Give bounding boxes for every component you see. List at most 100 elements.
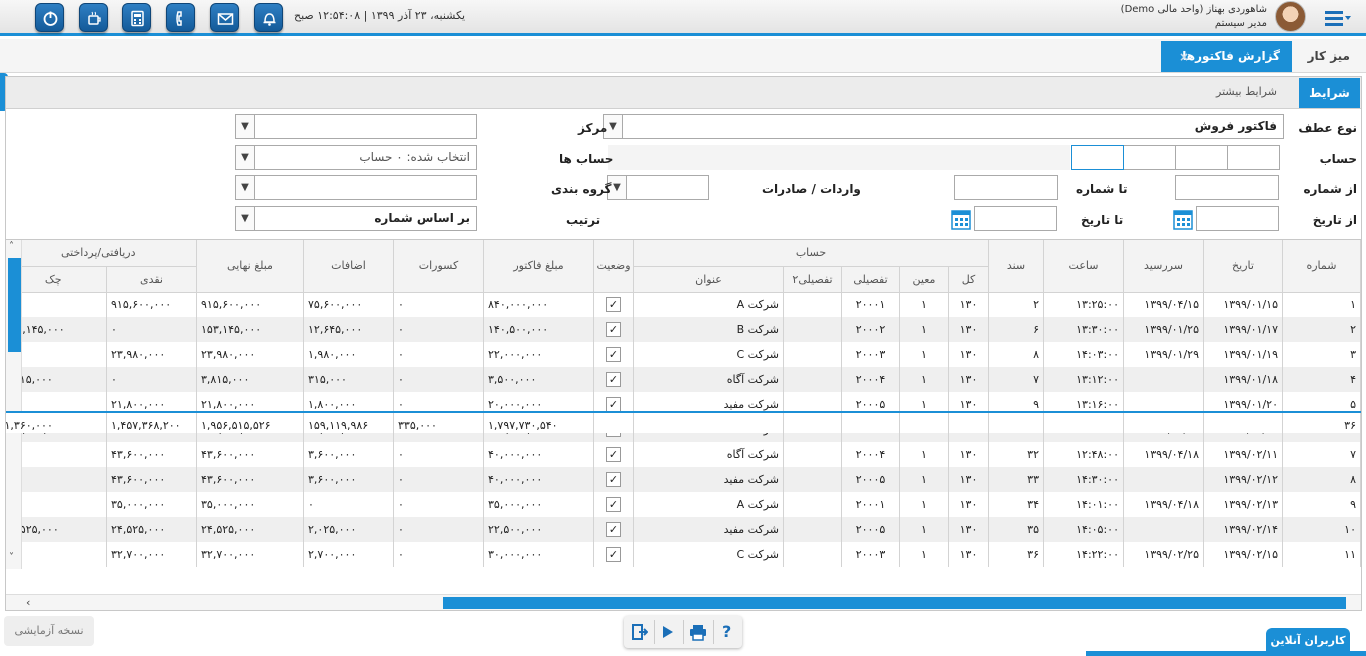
account-code-3[interactable] <box>1123 145 1176 170</box>
tab-conditions[interactable]: شرایط <box>1299 78 1360 108</box>
checkbox-icon[interactable]: ✓ <box>606 447 621 462</box>
cell-cash: ۰ <box>106 367 197 392</box>
table-row[interactable]: ۹ ۱۳۹۹/۰۲/۱۳ ۱۳۹۹/۰۴/۱۸ ۱۴:۰۱:۰۰ ۳۴ ۱۳۰ ۱ ۲۰۰۰۱… <box>6 492 1361 517</box>
user-name: شاهوردی بهناز (واحد مالی Demo) <box>1120 4 1267 15</box>
vertical-scroll-thumb[interactable] <box>8 258 21 352</box>
tab-invoice-report[interactable]: گزارش فاکتورها × <box>1161 41 1292 72</box>
col-tafsili2[interactable]: تفصیلی۲ <box>783 266 842 293</box>
scroll-up-icon[interactable]: ˄ <box>9 241 14 252</box>
col-status[interactable]: وضعیت <box>593 240 634 293</box>
calendar-icon[interactable] <box>951 208 971 230</box>
chevron-down-icon: ▼ <box>609 121 617 132</box>
notifications-button[interactable] <box>254 3 283 32</box>
checkbox-icon[interactable]: ✓ <box>606 372 621 387</box>
col-date[interactable]: تاریخ <box>1203 240 1283 293</box>
checkbox-icon[interactable]: ✓ <box>606 297 621 313</box>
avatar[interactable] <box>1275 1 1306 32</box>
col-title[interactable]: عنوان <box>633 266 784 293</box>
import-export-select[interactable] <box>625 175 709 200</box>
center-dropdown[interactable]: ▼ <box>235 114 255 139</box>
table-row[interactable]: ۳ ۱۳۹۹/۰۱/۱۹ ۱۳۹۹/۰۱/۲۹ ۱۴:۰۳:۰۰ ۸ ۱۳۰ ۱ ۲۰۰۰۳ ش… <box>6 342 1361 367</box>
account-code-4[interactable] <box>1071 145 1124 170</box>
table-row[interactable]: ۱۱ ۱۳۹۹/۰۲/۱۵ ۱۳۹۹/۰۲/۲۵ ۱۴:۲۲:۰۰ ۳۶ ۱۳۰ ۱ ۲۰۰۰… <box>6 542 1361 567</box>
vertical-scrollbar[interactable]: ˄ ˅ <box>6 240 22 569</box>
cell-moein: ۱ <box>899 517 949 542</box>
checkbox-icon[interactable]: ✓ <box>606 497 621 512</box>
grouping-select[interactable] <box>254 175 477 200</box>
checkbox-icon[interactable]: ✓ <box>606 547 621 562</box>
phone-button[interactable] <box>166 3 195 32</box>
help-icon[interactable]: ? <box>722 622 731 641</box>
order-dropdown[interactable]: ▼ <box>235 206 255 231</box>
order-select[interactable]: بر اساس شماره <box>254 206 477 231</box>
checkbox-icon[interactable]: ✓ <box>606 472 621 487</box>
chevron-down-icon: ▼ <box>241 182 249 193</box>
col-time[interactable]: ساعت <box>1043 240 1124 293</box>
cell-tafsili: ۲۰۰۰۲ <box>841 317 900 342</box>
cell-due: ۱۳۹۹/۰۲/۲۵ <box>1123 542 1204 567</box>
col-number[interactable]: شماره <box>1282 240 1361 293</box>
power-button[interactable] <box>35 3 64 32</box>
cell-final: ۳۲,۷۰۰,۰۰۰ <box>196 542 304 567</box>
grouping-dropdown[interactable]: ▼ <box>235 175 255 200</box>
mail-button[interactable] <box>210 3 239 32</box>
import-export-label: واردات / صادرات <box>762 182 861 196</box>
calculator-button[interactable] <box>122 3 151 32</box>
cell-additions: ۱,۹۸۰,۰۰۰ <box>303 342 394 367</box>
col-additions[interactable]: اضافات <box>303 240 394 293</box>
tab-more-conditions[interactable]: شرایط بیشتر <box>1216 85 1277 98</box>
export-icon[interactable] <box>630 623 648 641</box>
cell-deductions: ۰ <box>393 492 484 517</box>
from-number-input[interactable] <box>1175 175 1279 200</box>
cell-amount: ۴۰,۰۰۰,۰۰۰ <box>483 442 594 467</box>
cell-amount: ۲۲,۰۰۰,۰۰۰ <box>483 342 594 367</box>
close-icon[interactable]: × <box>1179 50 1189 64</box>
tab-desk[interactable]: میز کار <box>1308 49 1350 63</box>
checkbox-icon[interactable]: ✓ <box>606 347 621 362</box>
col-deductions[interactable]: کسورات <box>393 240 484 293</box>
col-doc[interactable]: سند <box>988 240 1044 293</box>
table-row[interactable]: ۷ ۱۳۹۹/۰۲/۱۱ ۱۳۹۹/۰۴/۱۸ ۱۲:۴۸:۰۰ ۳۲ ۱۳۰ ۱ ۲۰۰۰۴… <box>6 442 1361 467</box>
table-row[interactable]: ۴ ۱۳۹۹/۰۱/۱۸ ۱۳:۱۲:۰۰ ۷ ۱۳۰ ۱ ۲۰۰۰۴ شرکت آگاه ✓ ۳… <box>6 367 1361 392</box>
from-date-input[interactable] <box>1196 206 1279 231</box>
print-icon[interactable] <box>689 623 707 641</box>
horizontal-scroll-thumb[interactable] <box>443 597 1346 609</box>
col-kol[interactable]: کل <box>948 266 989 293</box>
scroll-left-icon[interactable]: ‹ <box>26 596 30 609</box>
col-moein[interactable]: معین <box>899 266 949 293</box>
col-amount[interactable]: مبلغ فاکتور <box>483 240 594 293</box>
accounts-select[interactable]: انتخاب شده: ۰ حساب <box>254 145 477 170</box>
cell-moein: ۱ <box>899 542 949 567</box>
horizontal-scrollbar[interactable]: ‹ <box>6 594 1361 610</box>
center-select[interactable] <box>254 114 477 139</box>
cell-additions: ۳۱۵,۰۰۰ <box>303 367 394 392</box>
scroll-down-icon[interactable]: ˅ <box>9 552 14 563</box>
table-row[interactable]: ۸ ۱۳۹۹/۰۲/۱۲ ۱۴:۳۰:۰۰ ۳۳ ۱۳۰ ۱ ۲۰۰۰۵ شرکت مفید ✓… <box>6 467 1361 492</box>
invoice-table: شماره تاریخ سررسید ساعت سند حساب وضعیت م… <box>6 240 1361 567</box>
table-row[interactable]: ۱ ۱۳۹۹/۰۱/۱۵ ۱۳۹۹/۰۴/۱۵ ۱۳:۲۵:۰۰ ۲ ۱۳۰ ۱ ۲۰۰۰۱ ش… <box>6 292 1361 317</box>
date-time-display: یکشنبه، ۲۳ آذر ۱۳۹۹ | ۱۲:۵۴:۰۸ صبح <box>294 9 466 22</box>
col-due[interactable]: سررسید <box>1123 240 1204 293</box>
cell-final: ۹۱۵,۶۰۰,۰۰۰ <box>196 292 304 317</box>
checkbox-icon[interactable]: ✓ <box>606 397 621 412</box>
table-row[interactable]: ۱۰ ۱۳۹۹/۰۲/۱۴ ۱۴:۰۵:۰۰ ۳۵ ۱۳۰ ۱ ۲۰۰۰۵ شرکت مفید… <box>6 517 1361 542</box>
account-code-1[interactable] <box>1227 145 1280 170</box>
table-row[interactable]: ۲ ۱۳۹۹/۰۱/۱۷ ۱۳۹۹/۰۱/۲۵ ۱۳:۳۰:۰۰ ۶ ۱۳۰ ۱ ۲۰۰۰۲ ش… <box>6 317 1361 342</box>
total-cheque: ۱,۳۶۰,۰۰۰ <box>0 413 107 438</box>
coffee-button[interactable] <box>79 3 108 32</box>
checkbox-icon[interactable]: ✓ <box>606 522 621 537</box>
to-date-input[interactable] <box>974 206 1057 231</box>
to-number-input[interactable] <box>954 175 1058 200</box>
to-number-label: تا شماره <box>1076 182 1128 196</box>
col-final[interactable]: مبلغ نهایی <box>196 240 304 293</box>
doc-type-select[interactable]: فاکتور فروش <box>621 114 1284 139</box>
col-tafsili[interactable]: تفصیلی <box>841 266 900 293</box>
checkbox-icon[interactable]: ✓ <box>606 322 621 337</box>
accounts-dropdown[interactable]: ▼ <box>235 145 255 170</box>
col-cash[interactable]: نقدی <box>106 266 197 293</box>
calendar-icon[interactable] <box>1173 208 1193 230</box>
play-icon[interactable] <box>661 624 675 640</box>
account-code-2[interactable] <box>1175 145 1228 170</box>
main-menu-button[interactable] <box>1323 8 1353 28</box>
cell-time: ۱۴:۲۲:۰۰ <box>1043 542 1124 567</box>
